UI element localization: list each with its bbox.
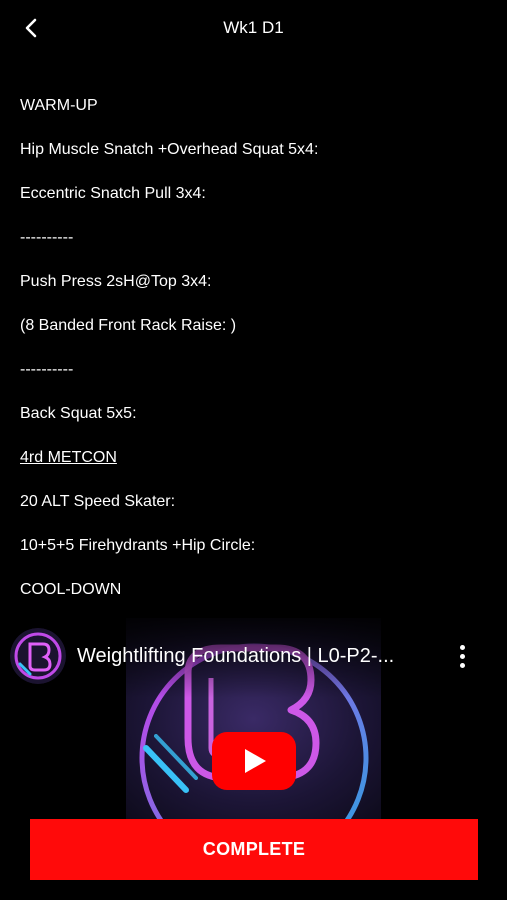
exercise-line: Eccentric Snatch Pull 3x4: (20, 185, 206, 202)
video-player[interactable]: Weightlifting Foundations | L0-P2-... (0, 618, 507, 820)
divider-line: ---------- (20, 361, 74, 378)
exercise-line: 10+5+5 Firehydrants +Hip Circle: (20, 537, 256, 554)
play-button[interactable] (212, 732, 296, 790)
section-heading-cooldown: COOL-DOWN (20, 581, 122, 598)
page-title: Wk1 D1 (223, 18, 284, 37)
complete-button[interactable]: COMPLETE (30, 819, 478, 880)
workout-description: WARM-UP Hip Muscle Snatch +Overhead Squa… (20, 94, 490, 622)
exercise-line: Hip Muscle Snatch +Overhead Squat 5x4: (20, 141, 319, 158)
channel-avatar[interactable] (10, 628, 66, 684)
exercise-line: Back Squat 5x5: (20, 405, 137, 422)
exercise-line: 20 ALT Speed Skater: (20, 493, 176, 510)
metcon-link[interactable]: 4rd METCON (20, 446, 490, 490)
exercise-line: (8 Banded Front Rack Raise: ) (20, 317, 237, 334)
youtube-play-icon (212, 732, 296, 790)
video-title[interactable]: Weightlifting Foundations | L0-P2-... (77, 645, 427, 668)
exercise-line: Push Press 2sH@Top 3x4: (20, 273, 212, 290)
header-bar: Wk1 D1 (0, 0, 507, 58)
divider-line: ---------- (20, 229, 74, 246)
section-heading-warmup: WARM-UP (20, 97, 98, 114)
more-options-icon[interactable] (448, 642, 476, 672)
